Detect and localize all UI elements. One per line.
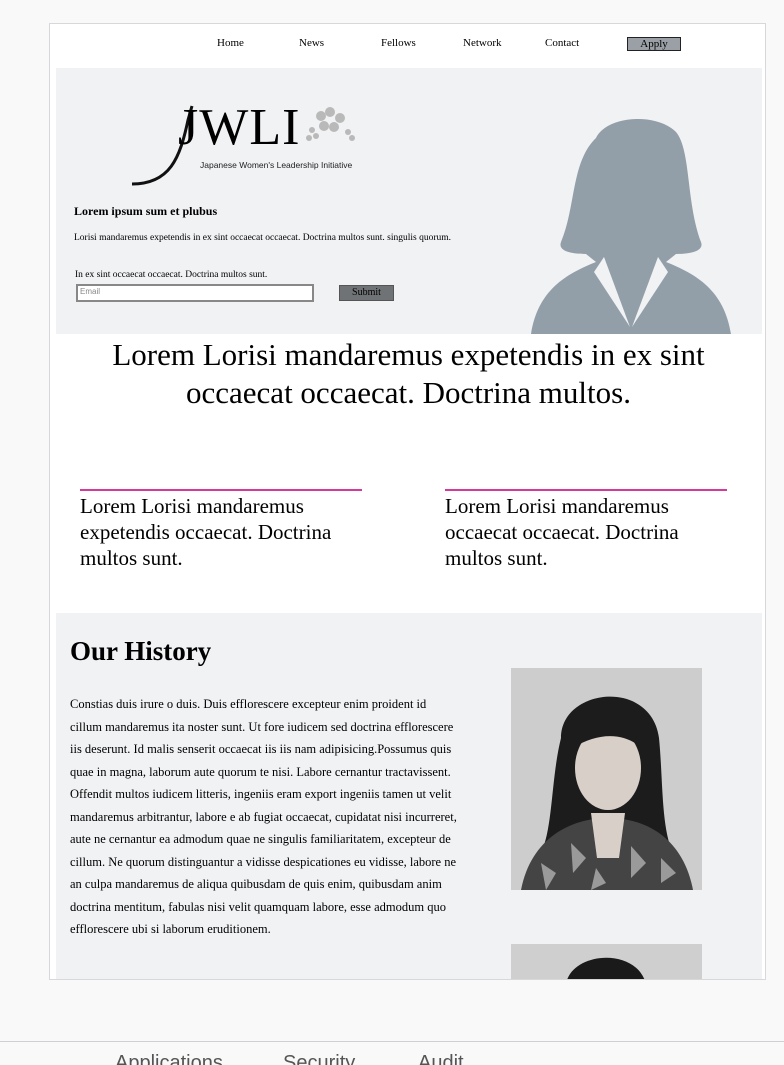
email-input[interactable]: Email [76,284,314,302]
history-text: Constias duis irure o duis. Duis efflore… [70,697,457,936]
page-frame: Home News Fellows Network Contact Apply … [49,23,766,980]
hero-title: Lorem ipsum sum et plubus [74,204,218,218]
cherry-blossom-icon [306,107,355,141]
bottom-tab-audit[interactable]: Audit [418,1052,464,1065]
jwli-logo: JWLI Japanese Women's Leadership Initiat… [130,98,380,193]
fellow-photo [511,668,702,890]
portrait-image-2 [511,944,702,979]
nav-contact[interactable]: Contact [545,37,579,49]
fellow-photo-2 [511,944,702,979]
bottom-tab-applications[interactable]: Applications [115,1052,223,1065]
apply-button[interactable]: Apply [627,37,681,51]
hero-section: JWLI Japanese Women's Leadership Initiat… [56,68,762,334]
nav-home[interactable]: Home [217,37,244,49]
logo-wordmark: JWLI [178,99,301,156]
bottom-tab-security[interactable]: Security [283,1052,355,1065]
portrait-image [511,668,702,890]
history-section: Our History Constias duis irure o duis. … [56,613,762,979]
nav-network[interactable]: Network [463,37,502,49]
hero-description: Lorisi mandaremus expetendis in ex sint … [74,233,451,243]
nav-news[interactable]: News [299,37,324,49]
tagline: Lorem Lorisi mandaremus expetendis in ex… [112,337,705,410]
bottom-bar: Applications Security Audit [0,1041,784,1065]
feature-block-1: Lorem Lorisi mandaremus expetendis occae… [80,489,362,571]
nav-fellows[interactable]: Fellows [381,37,416,49]
feature-block-2: Lorem Lorisi mandaremus occaecat occaeca… [445,489,727,571]
submit-button[interactable]: Submit [339,285,394,301]
logo-subtitle: Japanese Women's Leadership Initiative [200,160,353,170]
email-prompt: In ex sint occaecat occaecat. Doctrina m… [75,270,268,280]
female-avatar-silhouette-icon [531,119,731,334]
history-heading: Our History [70,636,212,666]
top-nav: Home News Fellows Network Contact Apply [50,24,765,68]
